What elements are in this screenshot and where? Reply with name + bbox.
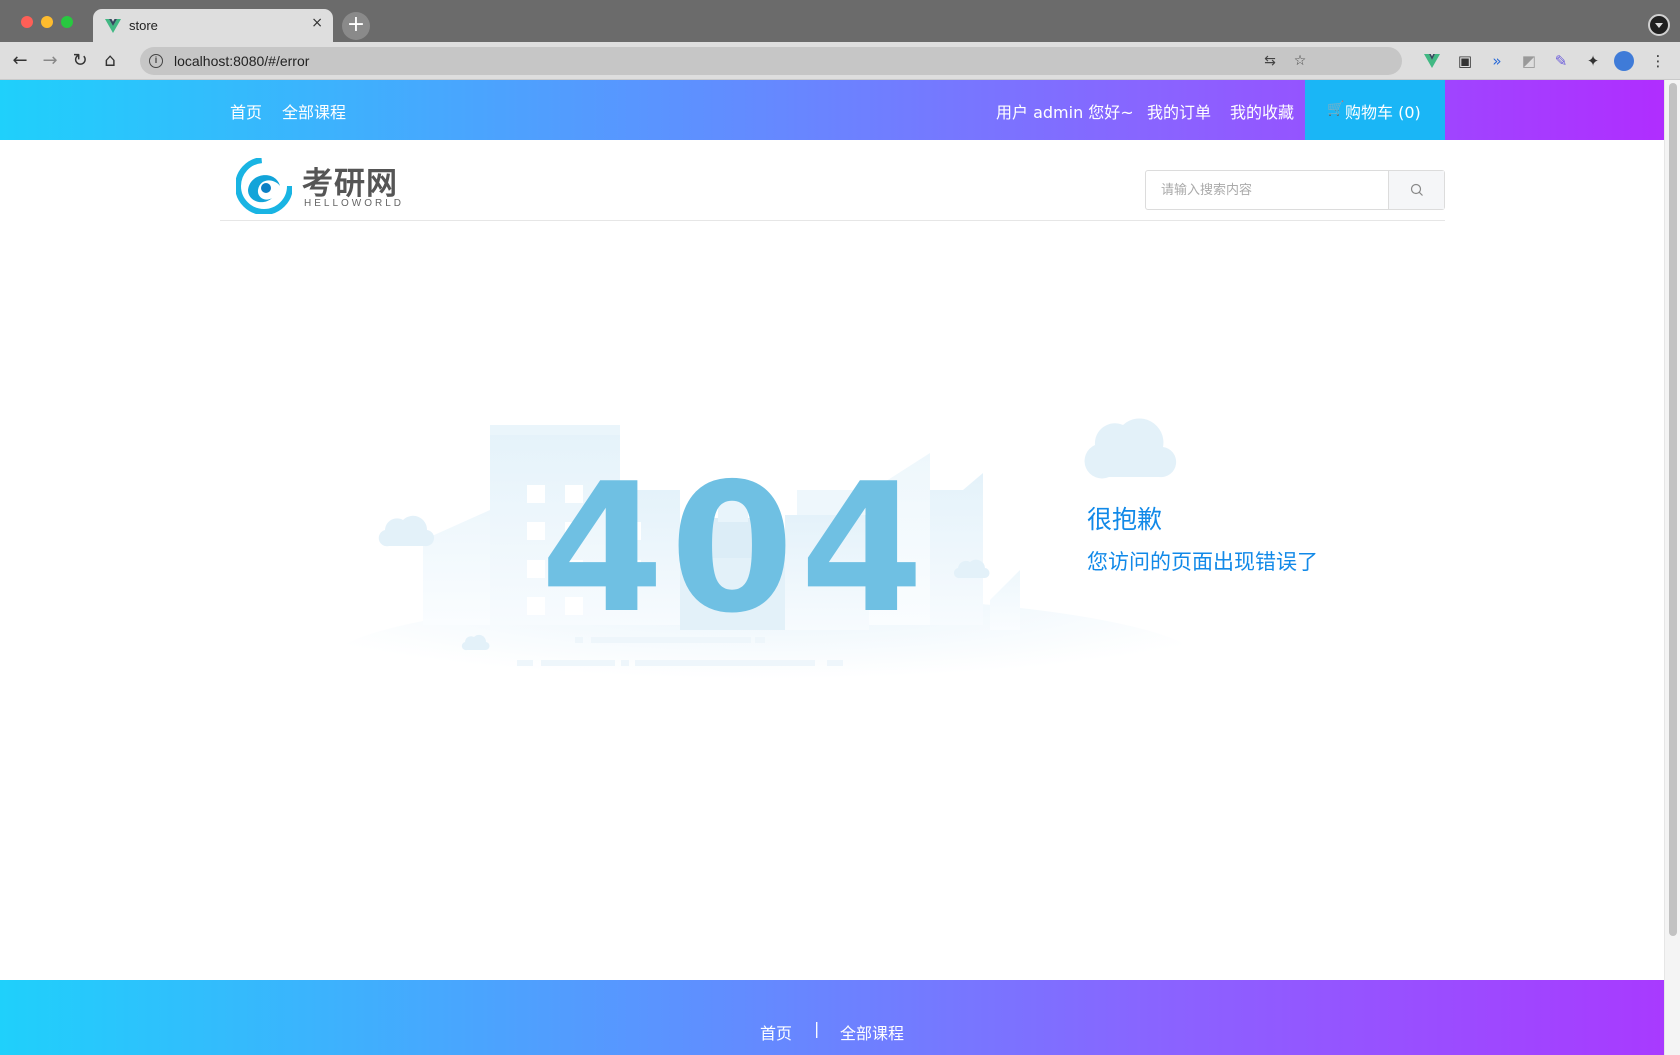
error-code: 404 [540, 445, 930, 652]
extension-arrows-icon[interactable]: » [1487, 51, 1507, 71]
user-greeting[interactable]: 用户 admin 您好~ [996, 99, 1134, 123]
cart-button[interactable]: 🛒 购物车 (0) [1305, 80, 1445, 140]
error-title: 很抱歉 [1087, 505, 1163, 534]
footer-separator: | [814, 1019, 820, 1038]
page-viewport: 首页 全部课程 用户 admin 您好~ 我的订单 我的收藏 🛒 购物车 (0)… [0, 80, 1680, 1055]
extension-square-icon[interactable]: ◩ [1519, 51, 1539, 71]
search-box [1145, 170, 1445, 210]
vue-devtools-extension-icon[interactable] [1422, 51, 1442, 71]
vue-favicon-icon [105, 19, 121, 33]
back-arrow-icon[interactable]: ← [8, 49, 32, 73]
footer-home-link[interactable]: 首页 [760, 1020, 792, 1044]
cart-label: 购物车 (0) [1345, 103, 1421, 122]
cloud-icon [1084, 418, 1177, 479]
tab-title: store [129, 18, 158, 33]
new-tab-button[interactable]: + [342, 12, 370, 40]
nav-my-orders-link[interactable]: 我的订单 [1147, 99, 1211, 123]
logo-subtitle: HELLOWORLD [304, 198, 405, 209]
forward-arrow-icon[interactable]: → [38, 49, 62, 73]
chrome-menu-icon[interactable]: ⋮ [1648, 51, 1668, 71]
site-logo[interactable]: 考研网 HELLOWORLD [236, 158, 416, 218]
minimize-window-button[interactable] [41, 16, 53, 28]
search-icon [1410, 183, 1423, 196]
reload-icon[interactable]: ↻ [68, 49, 92, 73]
top-navigation-bar: 首页 全部课程 用户 admin 您好~ 我的订单 我的收藏 🛒 购物车 (0) [0, 80, 1664, 140]
maximize-window-button[interactable] [61, 16, 73, 28]
nav-my-favorites-link[interactable]: 我的收藏 [1230, 99, 1294, 123]
extension-mask-icon[interactable]: ▣ [1455, 51, 1475, 71]
logo-title: 考研网 [302, 166, 398, 202]
scrollbar-thumb[interactable] [1669, 83, 1677, 936]
browser-tab-bar: store × + [0, 0, 1680, 42]
page-scrollbar[interactable] [1664, 80, 1680, 1055]
site-footer: 首页 | 全部课程 [0, 980, 1664, 1055]
home-icon[interactable]: ⌂ [98, 49, 122, 73]
extensions-puzzle-icon[interactable]: ✦ [1583, 51, 1603, 71]
shopping-cart-icon: 🛒 [1327, 101, 1345, 117]
tab-close-icon[interactable]: × [311, 15, 323, 31]
building-left [423, 510, 490, 625]
close-window-button[interactable] [21, 16, 33, 28]
site-header: 考研网 HELLOWORLD [220, 140, 1445, 221]
tab-search-icon[interactable] [1648, 14, 1670, 36]
browser-toolbar: ← → ↻ ⌂ i localhost:8080/#/error ⇆ ☆ ▣ »… [0, 42, 1680, 80]
url-text[interactable]: localhost:8080/#/error [174, 53, 309, 69]
search-button[interactable] [1388, 171, 1444, 209]
error-message: 您访问的页面出现错误了 [1087, 550, 1318, 574]
bookmark-star-icon[interactable]: ☆ [1290, 51, 1310, 71]
extension-eyedropper-icon[interactable]: ✎ [1551, 51, 1571, 71]
profile-avatar-icon[interactable] [1614, 51, 1634, 71]
translate-icon[interactable]: ⇆ [1260, 51, 1280, 71]
address-bar[interactable]: i localhost:8080/#/error ⇆ ☆ [140, 47, 1402, 75]
footer-all-courses-link[interactable]: 全部课程 [840, 1020, 904, 1044]
site-info-icon[interactable]: i [149, 54, 163, 68]
browser-tab[interactable]: store × [93, 9, 333, 42]
search-input[interactable] [1146, 171, 1388, 209]
cloud-icon [378, 515, 435, 547]
wave-logo-icon [236, 158, 292, 214]
nav-all-courses-link[interactable]: 全部课程 [282, 99, 346, 123]
nav-home-link[interactable]: 首页 [230, 99, 262, 123]
